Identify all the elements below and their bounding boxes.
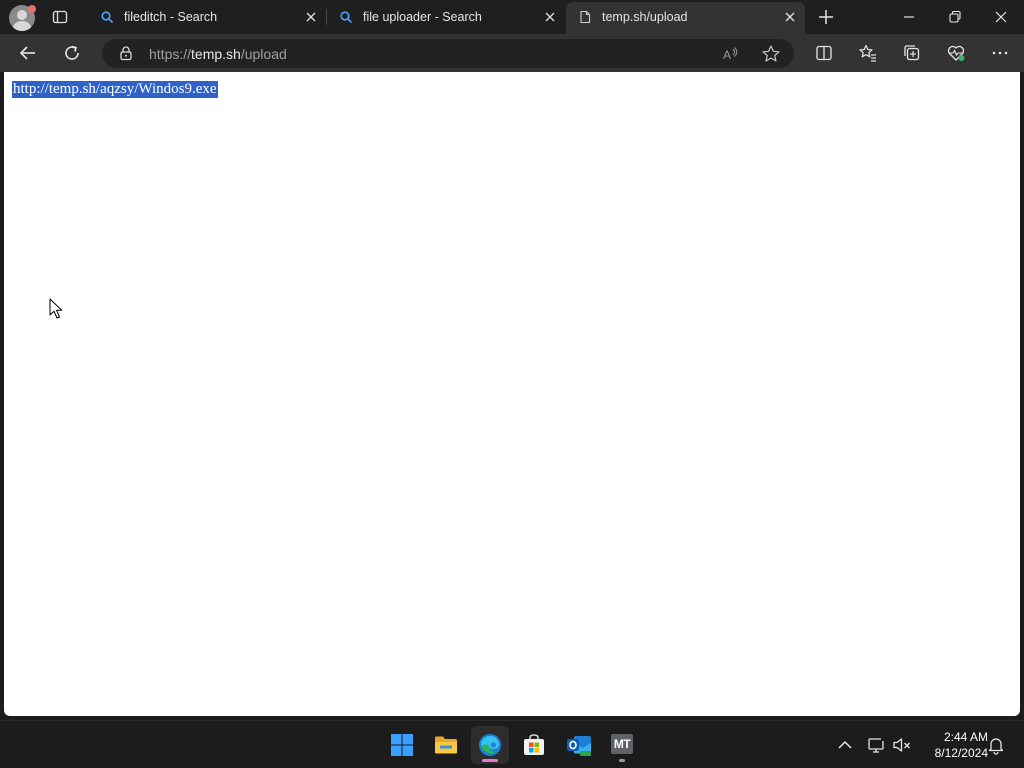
tab-actions-icon[interactable] (52, 9, 68, 25)
url-path: /upload (240, 46, 287, 62)
mouse-cursor-icon (49, 298, 63, 319)
selected-upload-url[interactable]: http://temp.sh/aqzsy/Windos9.exe (12, 81, 218, 98)
network-icon[interactable] (867, 735, 887, 755)
system-clock[interactable]: 2:44 AM 8/12/2024 (918, 729, 988, 761)
clock-time: 2:44 AM (943, 730, 988, 744)
edge-button[interactable] (471, 726, 509, 764)
mt-app-button[interactable]: MT (603, 726, 641, 764)
volume-muted-icon[interactable] (892, 735, 912, 755)
store-button[interactable] (515, 726, 553, 764)
svg-text:A: A (723, 48, 731, 62)
start-icon (391, 734, 413, 756)
tab-strip: fileditch - Search file uploader - Searc… (0, 0, 1024, 34)
outlook-button[interactable] (559, 726, 597, 764)
close-icon[interactable] (783, 10, 797, 24)
url-scheme: https:// (149, 46, 192, 62)
avatar-head (17, 10, 27, 20)
close-icon[interactable] (304, 10, 318, 24)
page-content: http://temp.sh/aqzsy/Windos9.exe (4, 72, 1020, 716)
tab-temp-sh-upload[interactable]: temp.sh/upload (566, 2, 805, 34)
active-app-indicator (482, 759, 498, 762)
mt-app-icon: MT (611, 734, 633, 754)
browser-essentials-icon[interactable] (946, 43, 966, 63)
browser-toolbar: https://temp.sh/upload A (0, 34, 1024, 72)
clock-date: 8/12/2024 (934, 746, 988, 760)
split-screen-icon[interactable] (814, 43, 834, 63)
file-explorer-icon (435, 736, 457, 754)
page-icon (580, 10, 591, 24)
file-explorer-button[interactable] (427, 726, 465, 764)
read-aloud-icon[interactable]: A (722, 45, 740, 63)
tab-label: file uploader - Search (363, 10, 482, 24)
close-window-icon[interactable] (993, 9, 1009, 25)
tab-label: fileditch - Search (124, 10, 218, 24)
minimize-icon[interactable] (901, 9, 917, 25)
profile-badge (28, 5, 36, 13)
tab-file-uploader-search[interactable]: file uploader - Search (327, 0, 565, 34)
search-icon (101, 11, 113, 23)
start-button[interactable] (383, 726, 421, 764)
favorite-star-icon[interactable] (761, 44, 781, 64)
url-text[interactable]: https://temp.sh/upload (149, 46, 287, 62)
new-tab-icon[interactable] (816, 7, 836, 27)
close-icon[interactable] (543, 10, 557, 24)
running-app-indicator (619, 759, 625, 762)
tab-label: temp.sh/upload (602, 10, 688, 24)
notification-bell-icon[interactable] (986, 735, 1006, 755)
more-options-icon[interactable] (990, 43, 1010, 63)
address-bar[interactable]: https://temp.sh/upload A (102, 39, 794, 68)
avatar-body (13, 21, 31, 31)
collections-icon[interactable] (902, 43, 922, 63)
search-icon (340, 11, 352, 23)
url-host: temp.sh (191, 46, 241, 62)
show-hidden-icons-chevron-icon[interactable] (835, 735, 855, 755)
lock-icon[interactable] (118, 45, 134, 61)
refresh-icon[interactable] (62, 43, 82, 63)
outlook-icon (567, 736, 591, 756)
edge-icon (479, 734, 501, 756)
restore-icon[interactable] (947, 9, 963, 25)
back-arrow-icon[interactable] (18, 43, 38, 63)
favorites-icon[interactable] (858, 43, 878, 63)
store-icon (524, 734, 544, 755)
tab-fileditch-search[interactable]: fileditch - Search (88, 0, 326, 34)
taskbar: MT 2:44 AM 8/12/2024 (0, 720, 1024, 768)
